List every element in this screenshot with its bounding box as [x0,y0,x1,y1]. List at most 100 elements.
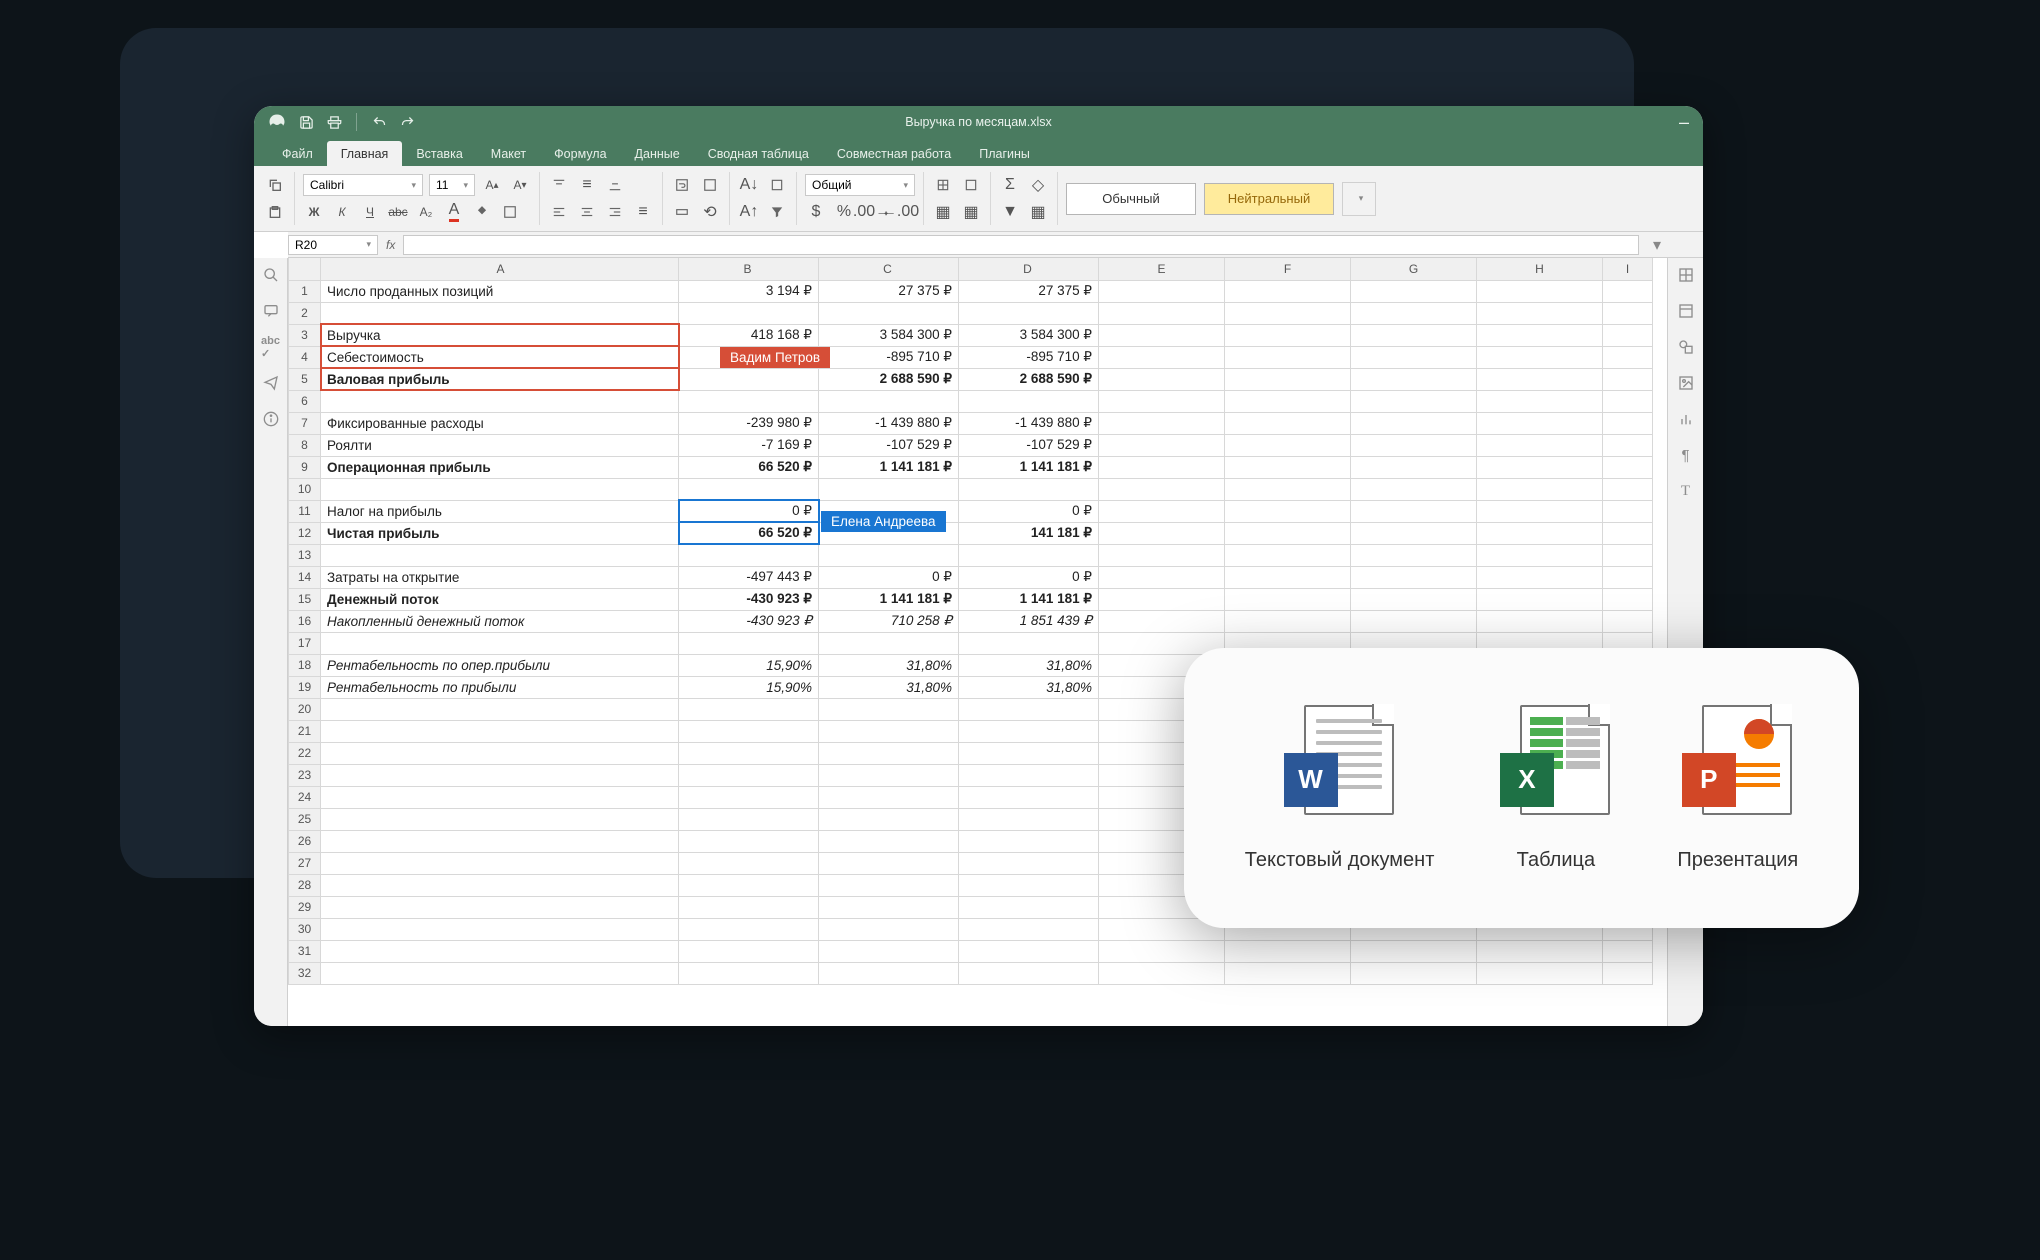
col-header-I[interactable]: I [1603,258,1653,280]
cell-D31[interactable] [959,940,1099,962]
align-center-icon[interactable] [576,201,598,223]
cell-A5[interactable]: Валовая прибыль [321,368,679,390]
cell-G31[interactable] [1351,940,1477,962]
cell-C29[interactable] [819,896,959,918]
insert-cells-icon[interactable] [932,174,954,196]
cell-H13[interactable] [1477,544,1603,566]
row-header-17[interactable]: 17 [289,632,321,654]
shape-settings-icon[interactable] [1675,336,1697,358]
copy-icon[interactable] [264,174,286,196]
wrap-text-icon[interactable] [671,174,693,196]
launcher-text-document[interactable]: W Текстовый документ [1245,705,1435,872]
row-header-1[interactable]: 1 [289,280,321,302]
cell-E5[interactable] [1099,368,1225,390]
fill-icon[interactable]: ▼ [999,201,1021,223]
cell-G8[interactable] [1351,434,1477,456]
cell-I8[interactable] [1603,434,1653,456]
cell-H10[interactable] [1477,478,1603,500]
cell-G9[interactable] [1351,456,1477,478]
cell-G10[interactable] [1351,478,1477,500]
cell-A19[interactable]: Рентабельность по прибыли [321,676,679,698]
cell-B13[interactable] [679,544,819,566]
cell-D26[interactable] [959,830,1099,852]
cell-B22[interactable] [679,742,819,764]
cell-F32[interactable] [1225,962,1351,984]
cell-A9[interactable]: Операционная прибыль [321,456,679,478]
cell-B15[interactable]: -430 923 ₽ [679,588,819,610]
redo-icon[interactable] [399,114,415,130]
cell-B19[interactable]: 15,90% [679,676,819,698]
cell-B21[interactable] [679,720,819,742]
save-icon[interactable] [298,114,314,130]
styles-dropdown-icon[interactable]: ▾ [1342,182,1376,216]
cell-A23[interactable] [321,764,679,786]
tab-formula[interactable]: Формула [540,141,620,166]
cell-A1[interactable]: Число проданных позиций [321,280,679,302]
cell-A24[interactable] [321,786,679,808]
cell-A12[interactable]: Чистая прибыль [321,522,679,544]
style-normal[interactable]: Обычный [1066,183,1196,215]
cell-F4[interactable] [1225,346,1351,368]
tab-layout[interactable]: Макет [477,141,540,166]
cell-C15[interactable]: 1 141 181 ₽ [819,588,959,610]
cell-H9[interactable] [1477,456,1603,478]
cell-I12[interactable] [1603,522,1653,544]
cell-I10[interactable] [1603,478,1653,500]
cell-D21[interactable] [959,720,1099,742]
cell-B30[interactable] [679,918,819,940]
cell-H14[interactable] [1477,566,1603,588]
cell-E32[interactable] [1099,962,1225,984]
cell-F11[interactable] [1225,500,1351,522]
delete-row-icon[interactable]: ▦ [960,201,982,223]
cell-A21[interactable] [321,720,679,742]
cell-B25[interactable] [679,808,819,830]
borders-icon[interactable] [499,201,521,223]
cell-A10[interactable] [321,478,679,500]
cell-A29[interactable] [321,896,679,918]
col-header-D[interactable]: D [959,258,1099,280]
align-top-icon[interactable] [548,174,570,196]
cell-F3[interactable] [1225,324,1351,346]
row-header-20[interactable]: 20 [289,698,321,720]
cell-E3[interactable] [1099,324,1225,346]
cell-B32[interactable] [679,962,819,984]
cell-D6[interactable] [959,390,1099,412]
cell-I7[interactable] [1603,412,1653,434]
cell-E8[interactable] [1099,434,1225,456]
tab-pivot[interactable]: Сводная таблица [694,141,823,166]
cell-E14[interactable] [1099,566,1225,588]
cell-D8[interactable]: -107 529 ₽ [959,434,1099,456]
cell-B2[interactable] [679,302,819,324]
cell-I5[interactable] [1603,368,1653,390]
cell-F1[interactable] [1225,280,1351,302]
cell-C6[interactable] [819,390,959,412]
align-right-icon[interactable] [604,201,626,223]
cell-F7[interactable] [1225,412,1351,434]
window-minimize-icon[interactable]: – [1665,113,1703,131]
cell-G5[interactable] [1351,368,1477,390]
cell-G2[interactable] [1351,302,1477,324]
cell-F6[interactable] [1225,390,1351,412]
cell-B23[interactable] [679,764,819,786]
cell-B3[interactable]: 418 168 ₽ [679,324,819,346]
cell-G15[interactable] [1351,588,1477,610]
cell-G7[interactable] [1351,412,1477,434]
cell-D7[interactable]: -1 439 880 ₽ [959,412,1099,434]
underline-button[interactable]: Ч [359,201,381,223]
cell-C14[interactable]: 0 ₽ [819,566,959,588]
cell-E17[interactable] [1099,632,1225,654]
cell-I16[interactable] [1603,610,1653,632]
row-header-10[interactable]: 10 [289,478,321,500]
row-header-24[interactable]: 24 [289,786,321,808]
cell-F10[interactable] [1225,478,1351,500]
cell-C7[interactable]: -1 439 880 ₽ [819,412,959,434]
cell-F13[interactable] [1225,544,1351,566]
undo-icon[interactable] [371,114,387,130]
shrink-fit-icon[interactable] [699,174,721,196]
cell-C8[interactable]: -107 529 ₽ [819,434,959,456]
named-range-icon[interactable] [766,174,788,196]
percent-icon[interactable]: % [833,201,855,223]
cell-B7[interactable]: -239 980 ₽ [679,412,819,434]
comments-icon[interactable] [260,300,282,322]
cell-A18[interactable]: Рентабельность по опер.прибыли [321,654,679,676]
